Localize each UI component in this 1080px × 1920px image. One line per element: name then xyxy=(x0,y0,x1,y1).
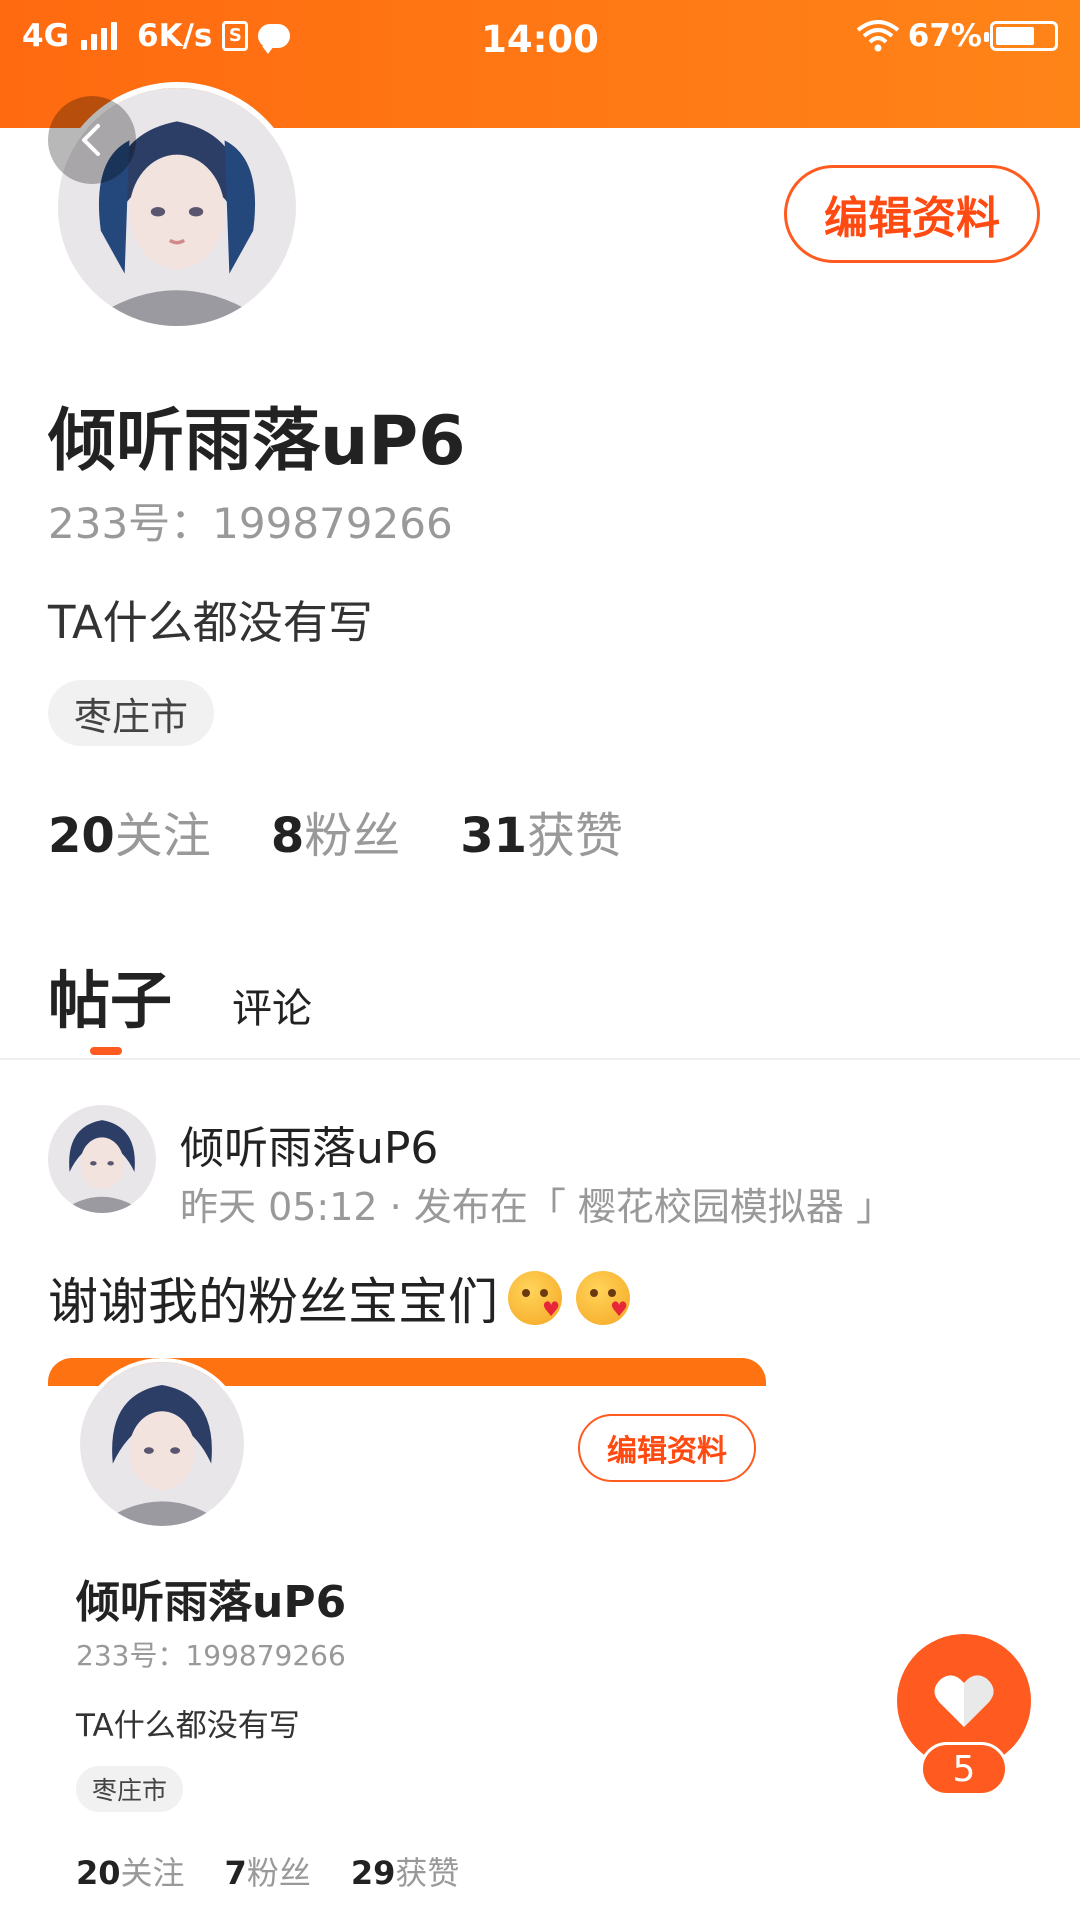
post-image-edit-button: 编辑资料 xyxy=(578,1414,756,1482)
battery-percent: 67% xyxy=(907,18,982,54)
stat-label: 粉丝 xyxy=(246,1854,311,1892)
stat-number: 29 xyxy=(350,1854,396,1892)
post-image-user-id: 233号：199879266 xyxy=(76,1639,346,1672)
profile-username: 倾听雨落uP6 xyxy=(48,402,466,481)
stat-label: 获赞 xyxy=(395,1854,460,1892)
post-image-bio: TA什么都没有写 xyxy=(76,1708,300,1744)
stat-number: 8 xyxy=(270,808,305,864)
post-image[interactable]: 编辑资料 倾听雨落uP6 233号：199879266 TA什么都没有写 枣庄市… xyxy=(48,1358,766,1920)
wifi-icon xyxy=(856,20,900,52)
tab-indicator xyxy=(90,1047,122,1055)
post-image-stats: 20关注 7粉丝 29获赞 xyxy=(76,1848,459,1894)
battery-icon xyxy=(984,21,1058,51)
tab-posts[interactable]: 帖子 xyxy=(48,950,172,1040)
divider xyxy=(0,1058,1080,1060)
profile-stats: 20关注 8粉丝 31获赞 xyxy=(48,796,623,866)
stat-number: 20 xyxy=(76,1854,121,1892)
stat-label: 粉丝 xyxy=(304,808,401,864)
stat-number: 7 xyxy=(224,1854,247,1892)
post-image-avatar xyxy=(76,1358,248,1530)
post-author-avatar[interactable] xyxy=(48,1105,156,1213)
post-meta: 昨天 05:12 · 发布在「 樱花校园模拟器 」 xyxy=(180,1185,894,1229)
post-text-content: 谢谢我的粉丝宝宝们 xyxy=(48,1273,498,1331)
stat-followers[interactable]: 8粉丝 xyxy=(271,796,400,866)
post-image-stat-following: 20关注 xyxy=(76,1848,185,1894)
post-image-username: 倾听雨落uP6 xyxy=(76,1577,347,1628)
post-author-name[interactable]: 倾听雨落uP6 xyxy=(180,1112,438,1176)
kiss-emoji-icon: ♥ xyxy=(508,1271,562,1325)
stat-label: 关注 xyxy=(120,1854,185,1892)
heart-icon xyxy=(934,1675,994,1727)
back-button[interactable] xyxy=(48,96,136,184)
post-image-location-tag: 枣庄市 xyxy=(76,1766,184,1812)
stat-number: 31 xyxy=(460,808,528,864)
avatar-image xyxy=(48,1105,156,1213)
kiss-emoji-icon: ♥ xyxy=(576,1271,630,1325)
tab-comments[interactable]: 评论 xyxy=(232,976,312,1034)
avatar-image xyxy=(80,1362,244,1526)
stat-label: 关注 xyxy=(114,808,211,864)
battery-fill xyxy=(996,27,1034,45)
chevron-left-icon xyxy=(82,124,100,156)
edit-profile-button[interactable]: 编辑资料 xyxy=(784,165,1040,263)
stat-label: 获赞 xyxy=(527,808,624,864)
stat-likes[interactable]: 31获赞 xyxy=(460,796,623,866)
tab-bar: 帖子 评论 xyxy=(48,950,312,1040)
like-count: 5 xyxy=(920,1742,1008,1796)
profile-user-id: 233号：199879266 xyxy=(48,499,453,548)
status-right: 67% xyxy=(856,18,1058,54)
post-image-stat-followers: 7粉丝 xyxy=(225,1848,311,1894)
stat-number: 20 xyxy=(48,808,115,864)
profile-bio: TA什么都没有写 xyxy=(48,596,373,649)
post-text: 谢谢我的粉丝宝宝们 ♥ ♥ xyxy=(48,1262,630,1334)
location-tag: 枣庄市 xyxy=(48,680,215,746)
post-image-stat-likes: 29获赞 xyxy=(351,1848,460,1894)
stat-following[interactable]: 20关注 xyxy=(48,796,211,866)
